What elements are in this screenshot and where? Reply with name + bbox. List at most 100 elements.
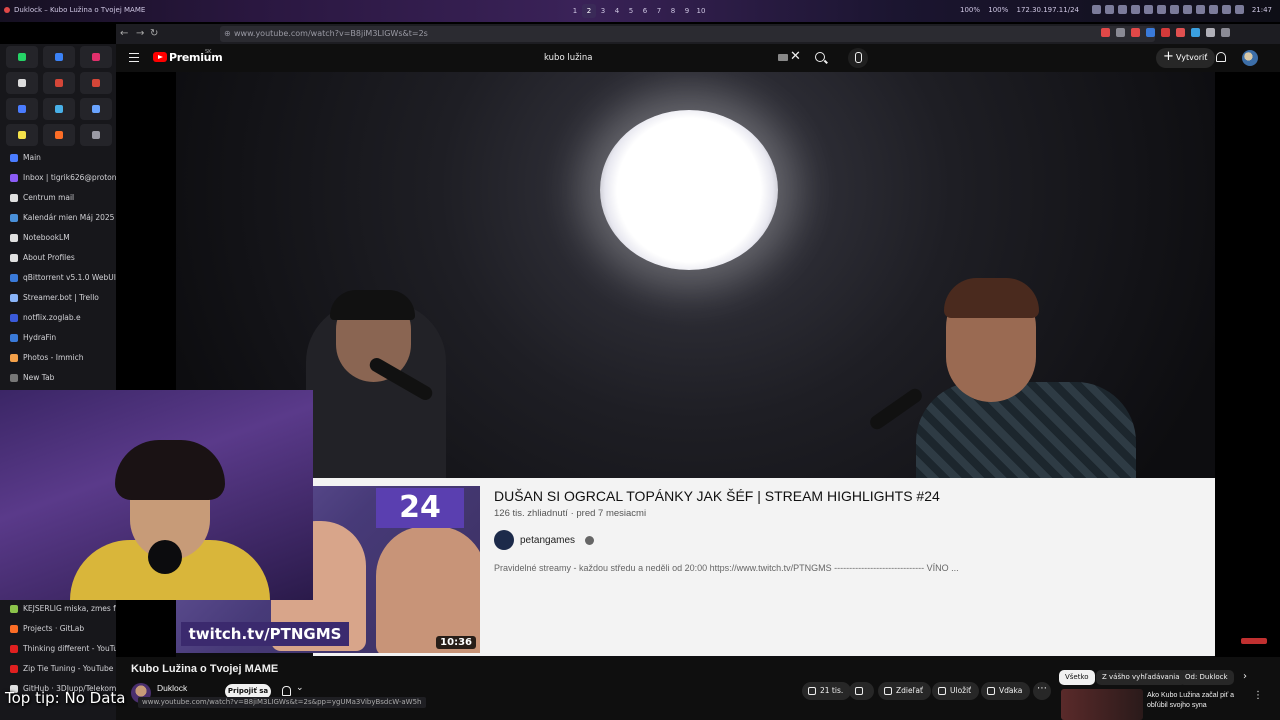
- sidebar-tab[interactable]: Main: [0, 148, 116, 168]
- sidebar-tab[interactable]: Zip Tie Tuning - YouTube: [0, 659, 116, 679]
- more-actions-icon[interactable]: ⋯: [1033, 682, 1051, 700]
- sidebar-tab[interactable]: Photos - Immich: [0, 348, 116, 368]
- workspace-button[interactable]: 7: [652, 4, 666, 18]
- more-options-icon[interactable]: ⋮: [1253, 690, 1263, 701]
- voice-search-icon[interactable]: [848, 48, 868, 68]
- workspace-button[interactable]: 6: [638, 4, 652, 18]
- pinned-app[interactable]: [43, 124, 75, 146]
- pinned-app[interactable]: [6, 98, 38, 120]
- pinned-app[interactable]: [43, 46, 75, 68]
- end-card-channel-name[interactable]: petangames: [520, 535, 575, 546]
- youtube-logo-icon[interactable]: [153, 52, 167, 62]
- tray-icon[interactable]: [1235, 5, 1244, 14]
- sidebar-tab-label: Photos - Immich: [23, 353, 84, 362]
- forward-icon[interactable]: →: [136, 28, 144, 39]
- sidebar-tab[interactable]: About Profiles: [0, 248, 116, 268]
- search-input[interactable]: kubo lužina: [537, 49, 807, 67]
- workspace-button[interactable]: 8: [666, 4, 680, 18]
- workspace-button[interactable]: 10: [694, 4, 708, 18]
- extension-icon[interactable]: [1116, 28, 1125, 37]
- sidebar-tab[interactable]: qBittorrent v5.1.0 WebUI: [0, 268, 116, 288]
- workspace-button[interactable]: 5: [624, 4, 638, 18]
- sidebar-tab[interactable]: NotebookLM: [0, 228, 116, 248]
- extension-icon[interactable]: [1146, 28, 1155, 37]
- thumbnail-episode-number: 24: [376, 488, 464, 528]
- extension-icon[interactable]: [1206, 28, 1215, 37]
- extension-icon[interactable]: [1191, 28, 1200, 37]
- chip-all[interactable]: Všetko: [1059, 670, 1095, 685]
- chip-from-search[interactable]: Z vášho vyhľadávania: [1096, 670, 1186, 685]
- tab-favicon-icon: [10, 354, 18, 362]
- reload-icon[interactable]: ↻: [150, 28, 158, 39]
- extension-icon[interactable]: [1221, 28, 1230, 37]
- create-button[interactable]: Vytvoriť: [1156, 47, 1216, 68]
- sidebar-tab[interactable]: HydraFin: [0, 328, 116, 348]
- pinned-app[interactable]: [6, 124, 38, 146]
- pinned-app[interactable]: [80, 98, 112, 120]
- address-bar[interactable]: ⊕ www.youtube.com/watch?v=B8jiM3LIGWs&t=…: [220, 26, 1155, 42]
- share-button[interactable]: Zdieľať: [878, 682, 931, 700]
- tab-favicon-icon: [10, 605, 18, 613]
- pinned-app[interactable]: [80, 46, 112, 68]
- chevron-right-icon[interactable]: ›: [1243, 671, 1247, 682]
- tray-icon[interactable]: [1222, 5, 1231, 14]
- end-card-title[interactable]: DUŠAN SI OGRCAL TOPÁNKY JAK ŠÉF | STREAM…: [494, 488, 940, 504]
- workspace-button[interactable]: 3: [596, 4, 610, 18]
- workspace-button[interactable]: 2: [582, 4, 596, 18]
- pinned-app[interactable]: [80, 124, 112, 146]
- sidebar-tab[interactable]: Streamer.bot | Trello: [0, 288, 116, 308]
- notifications-icon[interactable]: [1216, 52, 1226, 62]
- tray-icon[interactable]: [1105, 5, 1114, 14]
- extension-icon[interactable]: [1101, 28, 1110, 37]
- search-icon[interactable]: [815, 52, 825, 62]
- sidebar-tab[interactable]: notflix.zoglab.e: [0, 308, 116, 328]
- pinned-app[interactable]: [43, 98, 75, 120]
- dislike-button[interactable]: [849, 682, 874, 700]
- tray-icon[interactable]: [1144, 5, 1153, 14]
- tray-icon[interactable]: [1092, 5, 1101, 14]
- sidebar-tab[interactable]: Centrum mail: [0, 188, 116, 208]
- extension-icon[interactable]: [1131, 28, 1140, 37]
- tray-icon[interactable]: [1157, 5, 1166, 14]
- thanks-button[interactable]: Vďaka: [981, 682, 1031, 700]
- site-info-icon[interactable]: ⊕: [224, 26, 231, 42]
- back-icon[interactable]: ←: [120, 28, 128, 39]
- sidebar-tab[interactable]: Projects · GitLab: [0, 619, 116, 639]
- extension-icon[interactable]: [1176, 28, 1185, 37]
- workspace-button[interactable]: 1: [568, 4, 582, 18]
- tray-icon[interactable]: [1131, 5, 1140, 14]
- recommendation-thumbnail[interactable]: [1061, 689, 1143, 720]
- tray-icon[interactable]: [1183, 5, 1192, 14]
- channel-name[interactable]: Duklock: [157, 683, 187, 693]
- subscription-bell-icon[interactable]: [282, 686, 291, 696]
- sidebar-tab[interactable]: Inbox | tigrik626@protonmail: [0, 168, 116, 188]
- tray-icon[interactable]: [1196, 5, 1205, 14]
- save-button[interactable]: Uložiť: [932, 682, 980, 700]
- workspace-button[interactable]: 4: [610, 4, 624, 18]
- extension-icon[interactable]: [1161, 28, 1170, 37]
- chevron-down-icon[interactable]: ⌄: [296, 683, 304, 693]
- sidebar-tab[interactable]: Thinking different - YouTube: [0, 639, 116, 659]
- workspace-button[interactable]: 9: [680, 4, 694, 18]
- sidebar-tab[interactable]: New Tab: [0, 368, 116, 388]
- pinned-app[interactable]: [80, 72, 112, 94]
- recommendation-title[interactable]: Ako Kubo Lužina začal piť a obľúbil svoj…: [1147, 691, 1247, 711]
- menu-icon[interactable]: [129, 53, 139, 62]
- like-button[interactable]: 21 tis.: [802, 682, 852, 700]
- tray-icon[interactable]: [1118, 5, 1127, 14]
- clear-search-icon[interactable]: ✕: [790, 49, 801, 64]
- account-avatar[interactable]: [1242, 50, 1258, 66]
- pinned-app[interactable]: [43, 72, 75, 94]
- end-card-channel-avatar[interactable]: [494, 530, 514, 550]
- tray-icon[interactable]: [1209, 5, 1218, 14]
- sidebar-tab[interactable]: KEJSERLIG miska, zmes farieb: [0, 599, 116, 619]
- tray-icon[interactable]: [1170, 5, 1179, 14]
- sidebar-tab-label: Kalendár mien Máj 2025 –: [23, 213, 116, 222]
- clock: 21:47: [1251, 6, 1272, 14]
- youtube-premium-wordmark[interactable]: Premium: [169, 51, 223, 64]
- pinned-app[interactable]: [6, 46, 38, 68]
- sidebar-tab[interactable]: Kalendár mien Máj 2025 –: [0, 208, 116, 228]
- keyboard-icon[interactable]: [778, 54, 788, 61]
- chip-from-channel[interactable]: Od: Duklock: [1179, 670, 1234, 685]
- pinned-app[interactable]: [6, 72, 38, 94]
